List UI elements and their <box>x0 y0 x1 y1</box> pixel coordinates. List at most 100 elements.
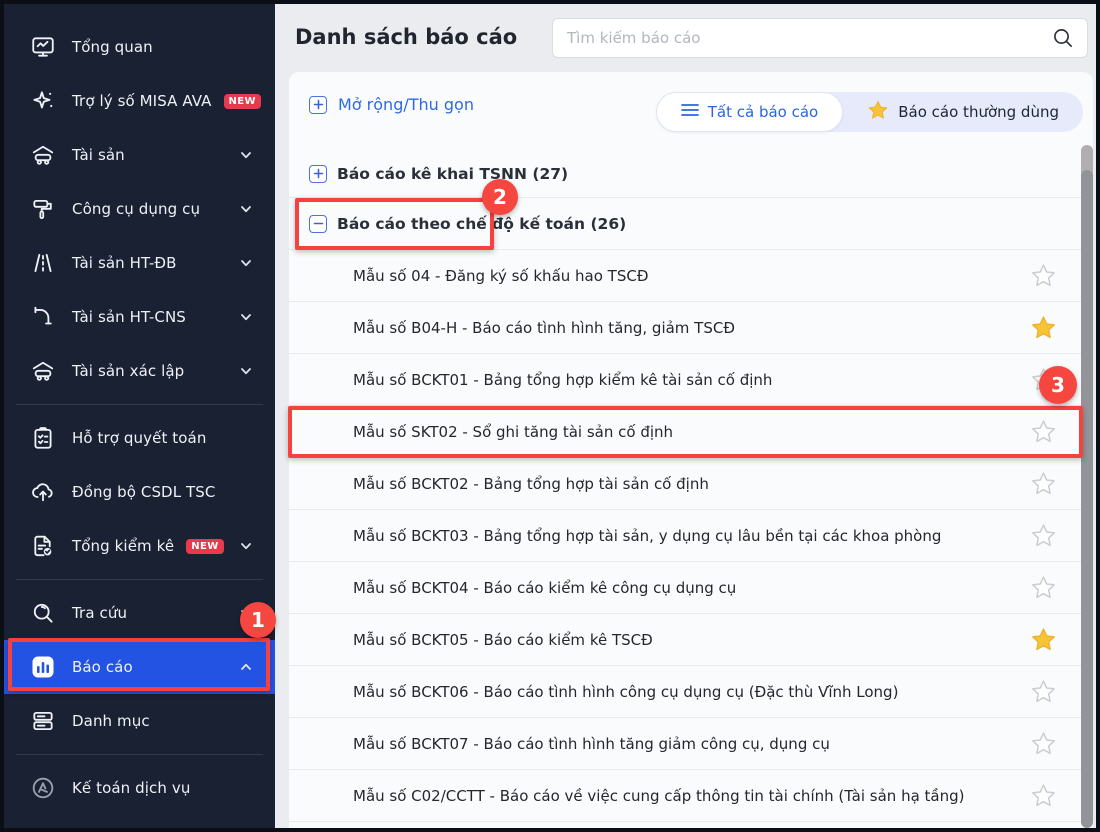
favorite-star-icon[interactable] <box>1029 522 1057 550</box>
expand-collapse-toggle[interactable]: Mở rộng/Thu gọn <box>309 95 474 114</box>
sidebar-item-ho-tro-quyet-toan[interactable]: Hỗ trợ quyết toán <box>4 411 275 465</box>
report-label: Mẫu số BCKT07 - Báo cáo tình hình tăng g… <box>353 735 1029 753</box>
report-row[interactable]: Mẫu số BCKT05 - Báo cáo kiểm kê TSCĐ <box>289 614 1093 666</box>
tools-icon <box>30 196 56 222</box>
report-row[interactable]: Mẫu số B04-H - Báo cáo tình hình tăng, g… <box>289 302 1093 354</box>
ai-assistant-icon <box>30 88 56 114</box>
chevron-down-icon <box>239 202 253 216</box>
sidebar-item-tai-san[interactable]: Tài sản <box>4 128 275 182</box>
sidebar-item-label: Tra cứu <box>72 604 127 622</box>
search-icon[interactable] <box>1051 26 1075 50</box>
favorite-star-icon[interactable] <box>1029 730 1057 758</box>
category-icon <box>30 708 56 734</box>
chevron-down-icon <box>239 539 253 553</box>
chevron-down-icon <box>239 148 253 162</box>
new-badge: NEW <box>224 94 261 109</box>
sidebar-item-label: Trợ lý số MISA AVA <box>72 92 212 110</box>
annotation-rect-step3 <box>288 406 1083 458</box>
sidebar-item-label: Tổng quan <box>72 38 153 56</box>
asset-icon <box>30 142 56 168</box>
chevron-down-icon <box>239 256 253 270</box>
sidebar-divider <box>16 404 263 405</box>
sidebar-item-ke-toan-dich-vu[interactable]: Kế toán dịch vụ <box>4 761 275 815</box>
inventory-check-icon <box>30 533 56 559</box>
expand-collapse-label: Mở rộng/Thu gọn <box>338 95 474 114</box>
page-title: Danh sách báo cáo <box>295 25 517 49</box>
report-row[interactable]: Mẫu số BCKT03 - Bảng tổng hợp tài sản, y… <box>289 510 1093 562</box>
sidebar-item-label: Kế toán dịch vụ <box>72 779 190 797</box>
sidebar-item-tong-quan[interactable]: Tổng quan <box>4 20 275 74</box>
app-window: Tổng quan Trợ lý số MISA AVA NEW Tài sản Côn… <box>0 0 1100 832</box>
list-icon <box>681 103 699 121</box>
report-label: Mẫu số BCKT02 - Bảng tổng hợp tài sản cố… <box>353 475 1029 493</box>
annotation-step-1-badge: 1 <box>240 602 276 638</box>
sidebar-item-tai-san-ht-db[interactable]: Tài sản HT-ĐB <box>4 236 275 290</box>
favorite-star-icon[interactable] <box>1029 626 1057 654</box>
sidebar-item-dong-bo-csdl-tsc[interactable]: Đồng bộ CSDL TSC <box>4 465 275 519</box>
sidebar-item-label: Tài sản xác lập <box>72 362 184 380</box>
tab-all-reports[interactable]: Tất cả báo cáo <box>656 92 844 132</box>
sidebar-item-tra-cuu[interactable]: Tra cứu <box>4 586 275 640</box>
sidebar-item-label: Tài sản <box>72 146 125 164</box>
sidebar-item-tai-san-ht-cns[interactable]: Tài sản HT-CNS <box>4 290 275 344</box>
sidebar-item-label: Công cụ dụng cụ <box>72 200 200 218</box>
search-box[interactable] <box>552 18 1088 58</box>
sidebar-divider <box>16 754 263 755</box>
report-filter-tabs: Tất cả báo cáo Báo cáo thường dùng <box>656 92 1083 132</box>
sidebar-item-label: Đồng bộ CSDL TSC <box>72 483 216 501</box>
sidebar-item-label: Tài sản HT-ĐB <box>72 254 177 272</box>
report-row[interactable]: Mẫu số BCKT07 - Báo cáo tình hình tăng g… <box>289 718 1093 770</box>
sidebar-item-tong-kiem-ke[interactable]: Tổng kiểm kêNEW <box>4 519 275 573</box>
annotation-rect-step2 <box>295 198 494 250</box>
sidebar-item-label: Hỗ trợ quyết toán <box>72 429 206 447</box>
chevron-down-icon <box>239 310 253 324</box>
favorite-star-icon[interactable] <box>1029 678 1057 706</box>
tab-label: Báo cáo thường dùng <box>898 103 1059 121</box>
favorite-star-icon[interactable] <box>1029 470 1057 498</box>
report-label: Mẫu số BCKT04 - Báo cáo kiểm kê công cụ … <box>353 579 1029 597</box>
favorite-star-icon[interactable] <box>1029 782 1057 810</box>
report-section-ke-khai-tsnn[interactable]: Báo cáo kê khai TSNN (27) <box>289 150 1093 198</box>
sidebar-item-danh-muc[interactable]: Danh mục <box>4 694 275 748</box>
favorite-star-icon[interactable] <box>1029 574 1057 602</box>
pipe-icon <box>30 304 56 330</box>
tab-favorite-reports[interactable]: Báo cáo thường dùng <box>843 92 1083 132</box>
chevron-down-icon <box>239 364 253 378</box>
report-label: Mẫu số BCKT03 - Bảng tổng hợp tài sản, y… <box>353 527 1029 545</box>
sidebar-item-label: Tài sản HT-CNS <box>72 308 186 326</box>
annotation-step-2-badge: 2 <box>482 179 518 215</box>
report-row[interactable]: Mẫu số BCKT06 - Báo cáo tình hình công c… <box>289 666 1093 718</box>
report-label: Mẫu số BCKT05 - Báo cáo kiểm kê TSCĐ <box>353 631 1029 649</box>
sidebar-item-label: Tổng kiểm kê <box>72 537 174 555</box>
sidebar-item-tai-san-xac-lap[interactable]: Tài sản xác lập <box>4 344 275 398</box>
report-row[interactable]: Mẫu số BCKT01 - Bảng tổng hợp kiểm kê tà… <box>289 354 1093 406</box>
scrollbar-thumb[interactable] <box>1081 170 1093 828</box>
sidebar-item-cong-cu-dung-cu[interactable]: Công cụ dụng cụ <box>4 182 275 236</box>
sidebar: Tổng quan Trợ lý số MISA AVA NEW Tài sản Côn… <box>4 4 275 828</box>
lookup-icon <box>30 600 56 626</box>
sidebar-item-label: Danh mục <box>72 712 150 730</box>
report-label: Mẫu số 04 - Đăng ký số khấu hao TSCĐ <box>353 267 1029 285</box>
annotation-rect-step1 <box>8 638 270 691</box>
overview-icon <box>30 34 56 60</box>
report-label: Mẫu số C02/CCTT - Báo cáo về việc cung c… <box>353 787 1029 805</box>
report-label: Mẫu số BCKT06 - Báo cáo tình hình công c… <box>353 683 1029 701</box>
annotation-step-3-badge: 3 <box>1039 366 1077 404</box>
report-list: Báo cáo kê khai TSNN (27)Báo cáo theo ch… <box>289 150 1093 822</box>
cloud-sync-icon <box>30 479 56 505</box>
favorite-star-icon[interactable] <box>1029 314 1057 342</box>
search-input[interactable] <box>553 29 1051 47</box>
report-label: Mẫu số BCKT01 - Bảng tổng hợp kiểm kê tà… <box>353 371 1029 389</box>
report-row[interactable]: Mẫu số 04 - Đăng ký số khấu hao TSCĐ <box>289 250 1093 302</box>
report-row[interactable]: Mẫu số BCKT02 - Bảng tổng hợp tài sản cố… <box>289 458 1093 510</box>
expand-icon[interactable] <box>309 165 327 183</box>
report-row[interactable]: Mẫu số BCKT04 - Báo cáo kiểm kê công cụ … <box>289 562 1093 614</box>
report-label: Mẫu số B04-H - Báo cáo tình hình tăng, g… <box>353 319 1029 337</box>
accounting-service-icon <box>30 775 56 801</box>
tab-label: Tất cả báo cáo <box>708 103 819 121</box>
favorite-star-icon[interactable] <box>1029 262 1057 290</box>
expand-icon <box>309 96 327 114</box>
report-row[interactable]: Mẫu số C02/CCTT - Báo cáo về việc cung c… <box>289 770 1093 822</box>
road-icon <box>30 250 56 276</box>
sidebar-item-tro-ly-so-misa-ava[interactable]: Trợ lý số MISA AVA NEW <box>4 74 275 128</box>
